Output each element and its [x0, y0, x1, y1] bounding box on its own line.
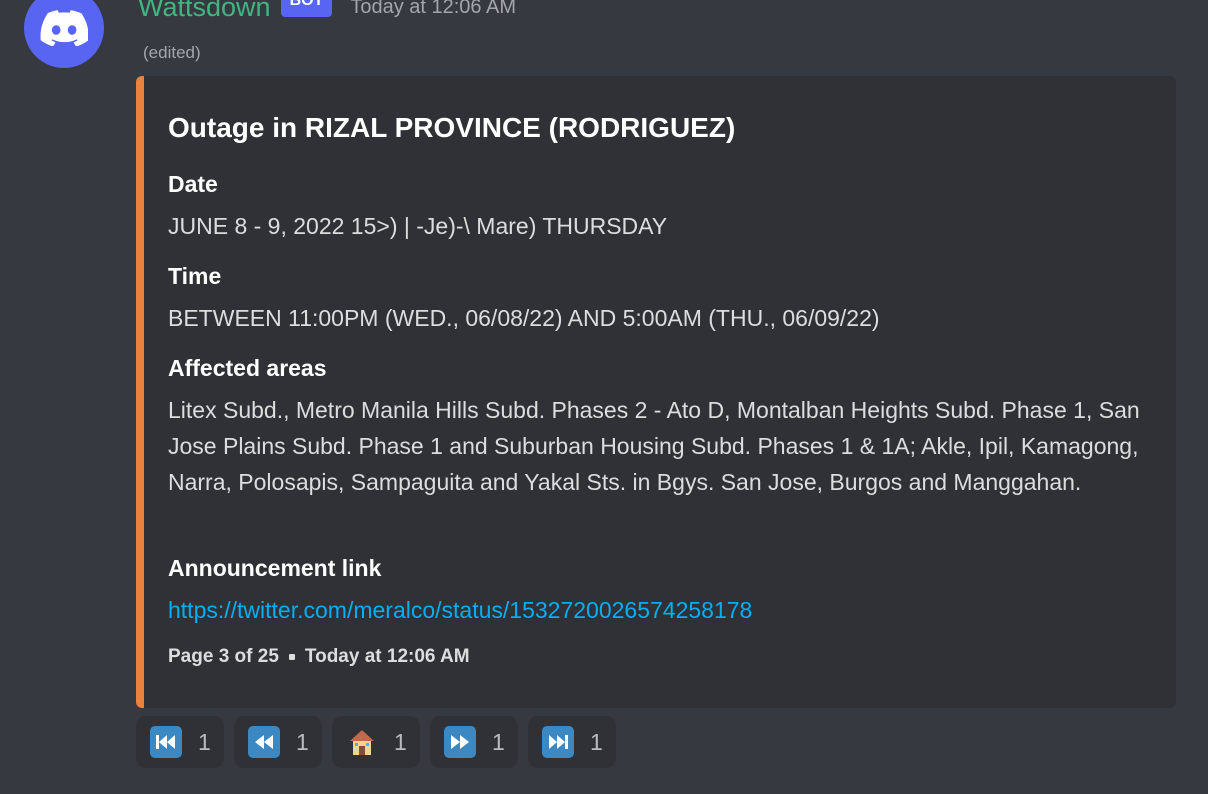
- edited-label: (edited): [143, 43, 201, 62]
- reaction-count: 1: [492, 728, 505, 755]
- field-name-time: Time: [168, 263, 222, 289]
- field-name-affected-areas: Affected areas: [168, 355, 327, 381]
- embed-title: Outage in RIZAL PROVINCE (RODRIGUEZ): [168, 112, 736, 143]
- reaction-home[interactable]: 1: [332, 716, 420, 768]
- footer-separator: [288, 654, 295, 660]
- field-name-announcement-link: Announcement link: [168, 555, 382, 581]
- embed-footer: Page 3 of 25 Today at 12:06 AM: [168, 646, 470, 668]
- last-page-icon: [542, 726, 574, 758]
- message-timestamp[interactable]: Today at 12:06 AM: [350, 0, 516, 24]
- reaction-count: 1: [394, 728, 407, 755]
- reaction-count: 1: [296, 728, 309, 755]
- avatar[interactable]: [24, 0, 104, 68]
- field-value-announcement-link: https://twitter.com/meralco/status/15327…: [168, 592, 752, 628]
- first-page-icon: [150, 726, 182, 758]
- reaction-count: 1: [198, 728, 211, 755]
- previous-page-icon: [248, 726, 280, 758]
- bot-badge: BOT: [280, 0, 333, 17]
- reaction-last-page[interactable]: 1: [528, 716, 616, 768]
- field-value-affected-areas: Litex Subd., Metro Manila Hills Subd. Ph…: [168, 397, 1140, 495]
- reaction-previous-page[interactable]: 1: [234, 716, 322, 768]
- reaction-first-page[interactable]: 1: [136, 716, 224, 768]
- field-value-date: JUNE 8 - 9, 2022 15>) | -Je)-\ Mare) THU…: [168, 213, 668, 239]
- message-header: Wattsdown BOT Today at 12:06 AM: [138, 0, 516, 24]
- home-icon: [346, 726, 378, 758]
- announcement-link[interactable]: https://twitter.com/meralco/status/15327…: [168, 597, 752, 623]
- reactions-bar: 1 1 1 1 1: [136, 716, 616, 768]
- reaction-count: 1: [590, 728, 603, 755]
- field-value-time: BETWEEN 11:00PM (WED., 06/08/22) AND 5:0…: [168, 305, 880, 331]
- discord-logo-icon: [40, 10, 88, 46]
- reaction-next-page[interactable]: 1: [430, 716, 518, 768]
- field-name-date: Date: [168, 171, 218, 197]
- bot-message: Wattsdown BOT Today at 12:06 AM (edited)…: [0, 0, 1208, 794]
- username[interactable]: Wattsdown: [138, 0, 271, 24]
- footer-page: Page 3 of 25: [168, 646, 279, 667]
- embed: Outage in RIZAL PROVINCE (RODRIGUEZ) Dat…: [136, 76, 1176, 708]
- next-page-icon: [444, 726, 476, 758]
- footer-timestamp: Today at 12:06 AM: [304, 646, 470, 667]
